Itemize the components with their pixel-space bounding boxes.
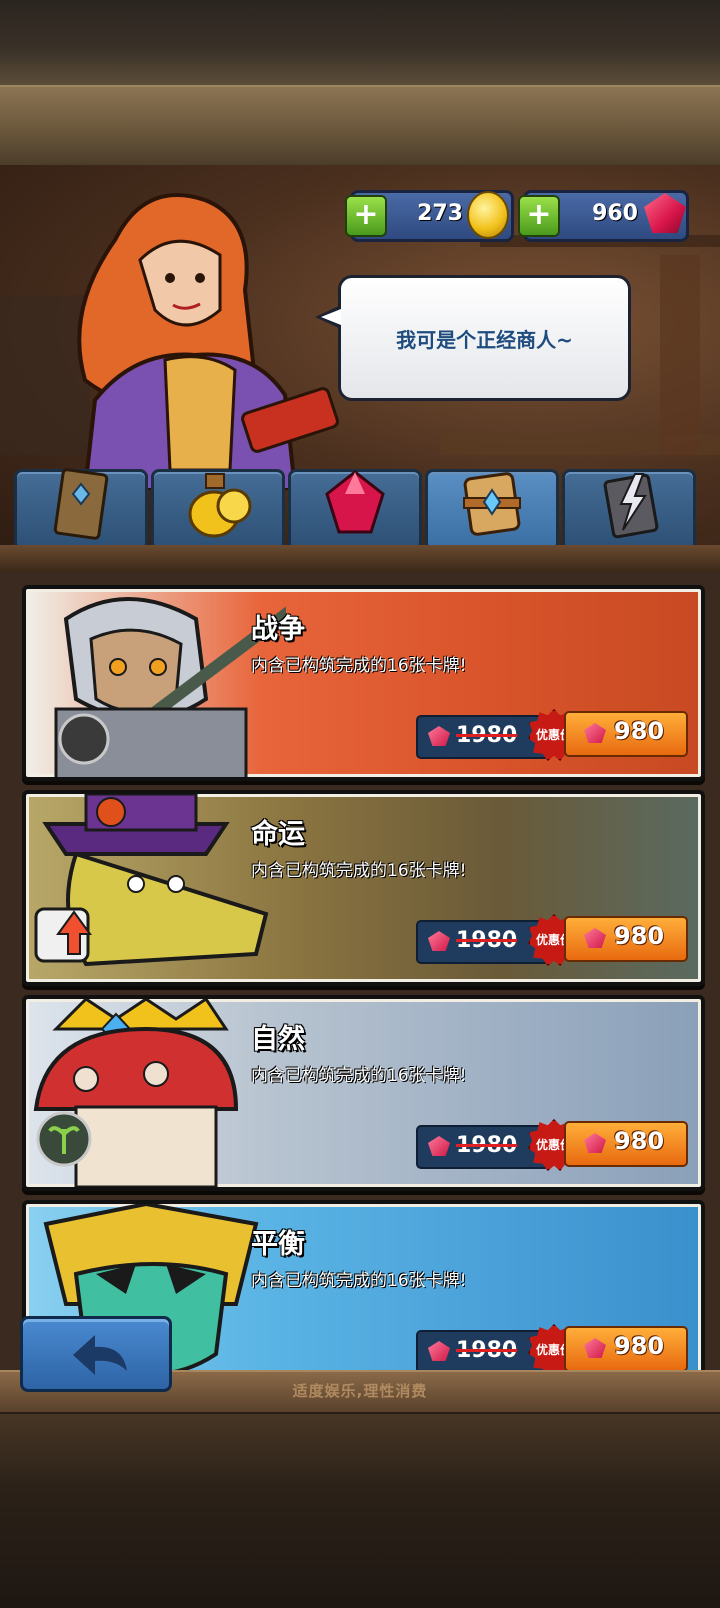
tab-scroll-packs[interactable] xyxy=(425,469,559,551)
mushroom-king-art xyxy=(33,999,239,1187)
pack-name: 命运 xyxy=(251,819,305,850)
buy-button[interactable]: 980 xyxy=(564,1326,688,1372)
pack-card-war[interactable]: 战争 内含已构筑完成的16张卡牌! 1980 优惠价 980 xyxy=(22,585,705,781)
pack-card-nature[interactable]: 自然 内含已构筑完成的16张卡牌! 1980 优惠价 980 xyxy=(22,995,705,1191)
speech-bubble: 我可是个正经商人~ xyxy=(338,275,631,401)
buy-button[interactable]: 980 xyxy=(564,1121,688,1167)
ruby-gem-icon xyxy=(325,470,385,534)
speech-text: 我可是个正经商人~ xyxy=(396,327,573,352)
top-frame xyxy=(0,0,720,168)
gem-icon xyxy=(428,1136,450,1156)
pack-name: 战争 xyxy=(251,614,305,645)
buy-button[interactable]: 980 xyxy=(564,916,688,962)
coin-pouch-icon xyxy=(188,473,252,538)
merchant-character xyxy=(77,193,339,490)
original-price-value: 1980 xyxy=(456,1133,518,1158)
back-button[interactable] xyxy=(20,1316,172,1392)
coin-count: 273 xyxy=(417,201,463,226)
pack-description: 内含已构筑完成的16张卡牌! xyxy=(251,656,467,676)
original-price-value: 1980 xyxy=(456,1338,518,1363)
sale-price: 980 xyxy=(614,922,665,950)
gem-icon xyxy=(428,1341,450,1361)
card-pack-icon xyxy=(53,468,109,540)
gem-icon xyxy=(584,1133,606,1153)
add-gems-button[interactable]: + xyxy=(518,195,560,237)
speech-bubble-tail-fill xyxy=(321,309,341,325)
pack-name: 自然 xyxy=(251,1024,305,1055)
gem-icon xyxy=(584,928,606,948)
pack-card-fate[interactable]: 命运 内含已构筑完成的16张卡牌! 1980 优惠价 980 xyxy=(22,790,705,986)
sale-price: 980 xyxy=(614,1332,665,1360)
tab-lightning-cards[interactable] xyxy=(562,469,696,551)
back-arrow-icon xyxy=(73,1335,127,1375)
gem-icon xyxy=(584,723,606,743)
top-beam xyxy=(0,85,720,168)
tab-card-packs[interactable] xyxy=(14,468,148,551)
original-price-value: 1980 xyxy=(456,723,518,748)
gem-balance: + 960 xyxy=(518,190,689,242)
sale-price: 980 xyxy=(614,717,665,745)
ruby-gem-icon xyxy=(644,193,686,233)
original-price-value: 1980 xyxy=(456,928,518,953)
gem-count: 960 xyxy=(592,201,638,226)
tab-coins[interactable] xyxy=(151,469,285,551)
buy-button[interactable]: 980 xyxy=(564,711,688,757)
cat-knight-art xyxy=(54,597,286,777)
tab-gems[interactable] xyxy=(288,469,422,551)
pack-name: 平衡 xyxy=(251,1229,305,1260)
gem-icon xyxy=(584,1338,606,1358)
pack-description: 内含已构筑完成的16张卡牌! xyxy=(251,1066,467,1086)
crocodile-magician-art xyxy=(34,794,269,967)
lightning-cards-icon xyxy=(603,473,659,539)
pack-description: 内含已构筑完成的16张卡牌! xyxy=(251,861,467,881)
sale-price: 980 xyxy=(614,1127,665,1155)
coin-balance: + 273 xyxy=(345,190,514,242)
gold-coin-icon xyxy=(467,191,509,239)
scroll-pack-icon xyxy=(463,472,521,536)
bottom-frame xyxy=(0,1370,720,1608)
pack-description: 内含已构筑完成的16张卡牌! xyxy=(251,1271,467,1291)
wood-divider xyxy=(0,545,720,573)
gem-icon xyxy=(428,726,450,746)
gem-icon xyxy=(428,931,450,951)
